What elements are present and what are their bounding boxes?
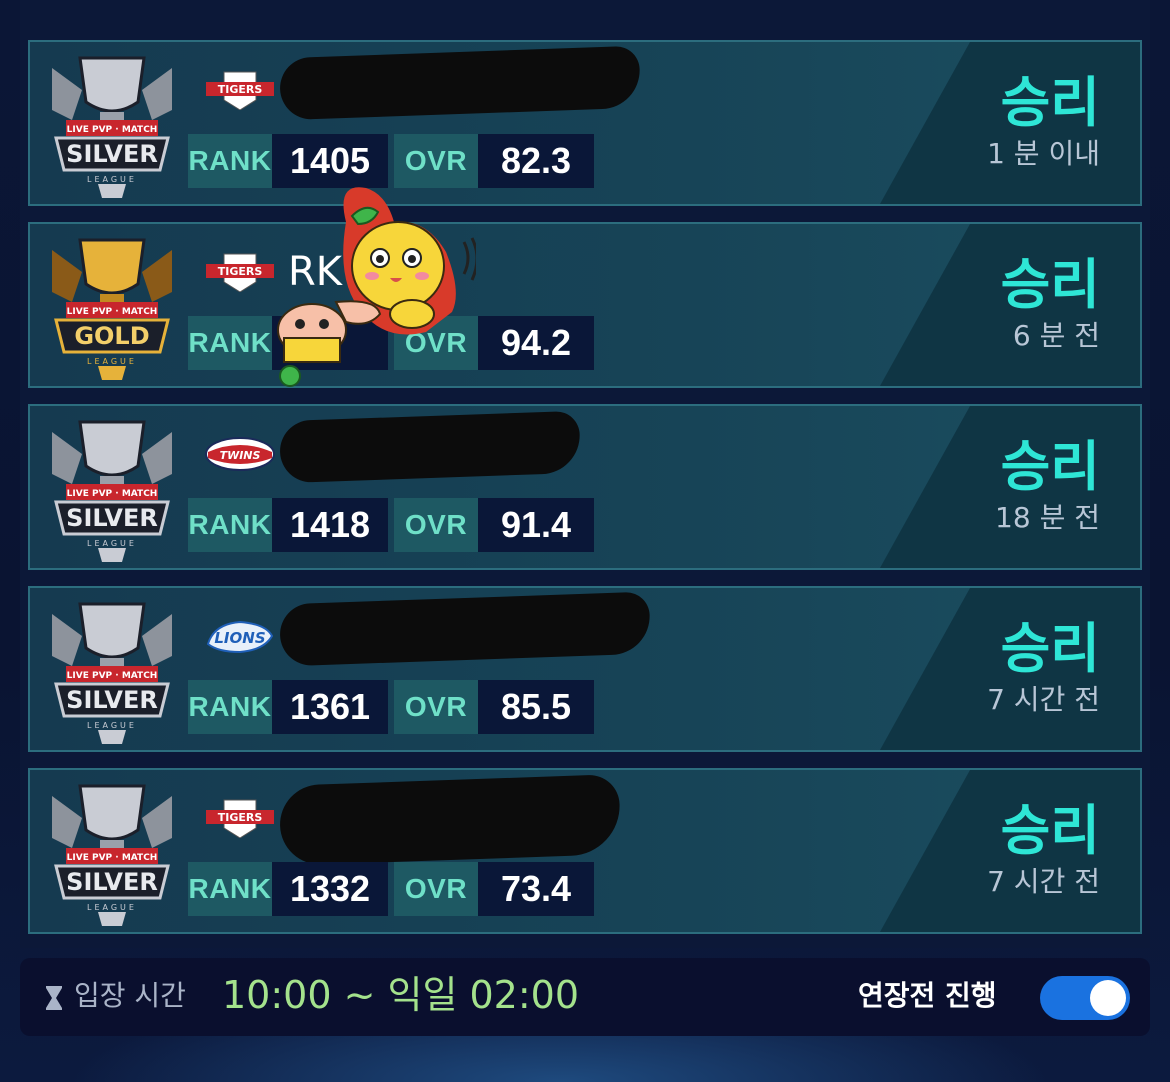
rank-value: 1405 xyxy=(272,134,388,188)
result-label: 승리 xyxy=(1000,799,1100,862)
badge-league-word: LEAGUE xyxy=(87,721,137,730)
result-time: 6 분 전 xyxy=(1012,319,1100,352)
stat-row: RANK 1332 OVR 73.4 xyxy=(188,862,600,916)
rank-label: RANK xyxy=(188,134,272,188)
redaction-scribble xyxy=(279,410,581,484)
ovr-label: OVR xyxy=(394,498,478,552)
badge-live-text: LIVE PVP · MATCH xyxy=(67,671,158,681)
rank-label: RANK xyxy=(188,498,272,552)
ovr-value: 73.4 xyxy=(478,862,594,916)
gold-league-badge-icon: LIVE PVP · MATCH GOLD LEAGUE xyxy=(52,238,172,380)
match-result: 승리 1 분 이내 xyxy=(987,72,1100,172)
twins-team-logo-icon: TWINS xyxy=(205,437,275,471)
match-result: 승리 18 분 전 xyxy=(995,436,1100,536)
team-name: TIGERS xyxy=(218,265,263,278)
badge-league-name: SILVER xyxy=(66,868,158,896)
stat-row: RANK 1405 OVR 82.3 xyxy=(188,134,600,188)
result-label: 승리 xyxy=(1000,435,1100,498)
silver-league-badge-icon: LIVE PVP · MATCH SILVER LEAGUE xyxy=(52,602,172,744)
rank-value: 1418 xyxy=(272,498,388,552)
entry-time-bar: 입장 시간 10:00 ~ 익일 02:00 연장전 진행 xyxy=(20,958,1150,1036)
ovr-label: OVR xyxy=(394,680,478,734)
match-card[interactable]: LIVE PVP · MATCH GOLD LEAGUE TIGERS RK R… xyxy=(28,222,1142,388)
ovr-label: OVR xyxy=(394,134,478,188)
badge-league-word: LEAGUE xyxy=(87,357,137,366)
rank-value: 1332 xyxy=(272,862,388,916)
result-time: 7 시간 전 xyxy=(987,683,1100,716)
badge-league-name: GOLD xyxy=(74,322,149,350)
redaction-scribble xyxy=(279,45,641,121)
ovr-label: OVR xyxy=(394,862,478,916)
result-time: 18 분 전 xyxy=(995,501,1100,534)
match-result: 승리 7 시간 전 xyxy=(987,618,1100,718)
entry-time-label: 입장 시간 xyxy=(74,979,186,1012)
rank-label: RANK xyxy=(188,316,272,370)
entry-time-value: 10:00 ~ 익일 02:00 xyxy=(222,973,580,1017)
redaction-scribble xyxy=(278,774,622,866)
silver-league-badge-icon: LIVE PVP · MATCH SILVER LEAGUE xyxy=(52,56,172,198)
ovr-value: 85.5 xyxy=(478,680,594,734)
silver-league-badge-icon: LIVE PVP · MATCH SILVER LEAGUE xyxy=(52,784,172,926)
rank-label: RANK xyxy=(188,680,272,734)
result-time: 7 시간 전 xyxy=(987,865,1100,898)
toggle-knob xyxy=(1090,980,1126,1016)
badge-live-text: LIVE PVP · MATCH xyxy=(67,125,158,135)
badge-league-word: LEAGUE xyxy=(87,539,137,548)
match-card[interactable]: LIVE PVP · MATCH SILVER LEAGUE LIONS RAN… xyxy=(28,586,1142,752)
match-card[interactable]: LIVE PVP · MATCH SILVER LEAGUE TIGERS RA… xyxy=(28,40,1142,206)
match-card[interactable]: LIVE PVP · MATCH SILVER LEAGUE TWINS RAN… xyxy=(28,404,1142,570)
team-name: TIGERS xyxy=(218,811,263,824)
match-result: 승리 7 시간 전 xyxy=(987,800,1100,900)
rank-label: RANK xyxy=(188,862,272,916)
badge-league-name: SILVER xyxy=(66,504,158,532)
result-label: 승리 xyxy=(1000,71,1100,134)
tigers-team-logo-icon: TIGERS xyxy=(206,71,274,110)
match-card[interactable]: LIVE PVP · MATCH SILVER LEAGUE TIGERS RA… xyxy=(28,768,1142,934)
badge-league-word: LEAGUE xyxy=(87,175,137,184)
redaction-scribble xyxy=(279,591,651,667)
ovr-value: 94.2 xyxy=(478,316,594,370)
tigers-team-logo-icon: TIGERS xyxy=(206,253,274,292)
rank-value: 1361 xyxy=(272,680,388,734)
badge-live-text: LIVE PVP · MATCH xyxy=(67,307,158,317)
result-label: 승리 xyxy=(1000,253,1100,316)
extension-toggle[interactable] xyxy=(1040,976,1130,1020)
badge-live-text: LIVE PVP · MATCH xyxy=(67,853,158,863)
ovr-value: 91.4 xyxy=(478,498,594,552)
team-name: LIONS xyxy=(214,629,265,647)
character-sticker-icon xyxy=(277,187,476,387)
result-time: 1 분 이내 xyxy=(987,137,1100,170)
lions-team-logo-icon: LIONS xyxy=(206,620,274,654)
ovr-value: 82.3 xyxy=(478,134,594,188)
badge-live-text: LIVE PVP · MATCH xyxy=(67,489,158,499)
match-result: 승리 6 분 전 xyxy=(1001,254,1100,354)
extension-label: 연장전 진행 xyxy=(858,979,997,1012)
badge-league-name: SILVER xyxy=(66,140,158,168)
silver-league-badge-icon: LIVE PVP · MATCH SILVER LEAGUE xyxy=(52,420,172,562)
badge-league-word: LEAGUE xyxy=(87,903,137,912)
hourglass-icon xyxy=(46,986,62,1010)
stat-row: RANK 1418 OVR 91.4 xyxy=(188,498,600,552)
badge-league-name: SILVER xyxy=(66,686,158,714)
team-name: TWINS xyxy=(220,449,261,462)
team-name: TIGERS xyxy=(218,83,263,96)
stat-row: RANK 1361 OVR 85.5 xyxy=(188,680,600,734)
tigers-team-logo-icon: TIGERS xyxy=(206,799,274,838)
result-label: 승리 xyxy=(1000,617,1100,680)
